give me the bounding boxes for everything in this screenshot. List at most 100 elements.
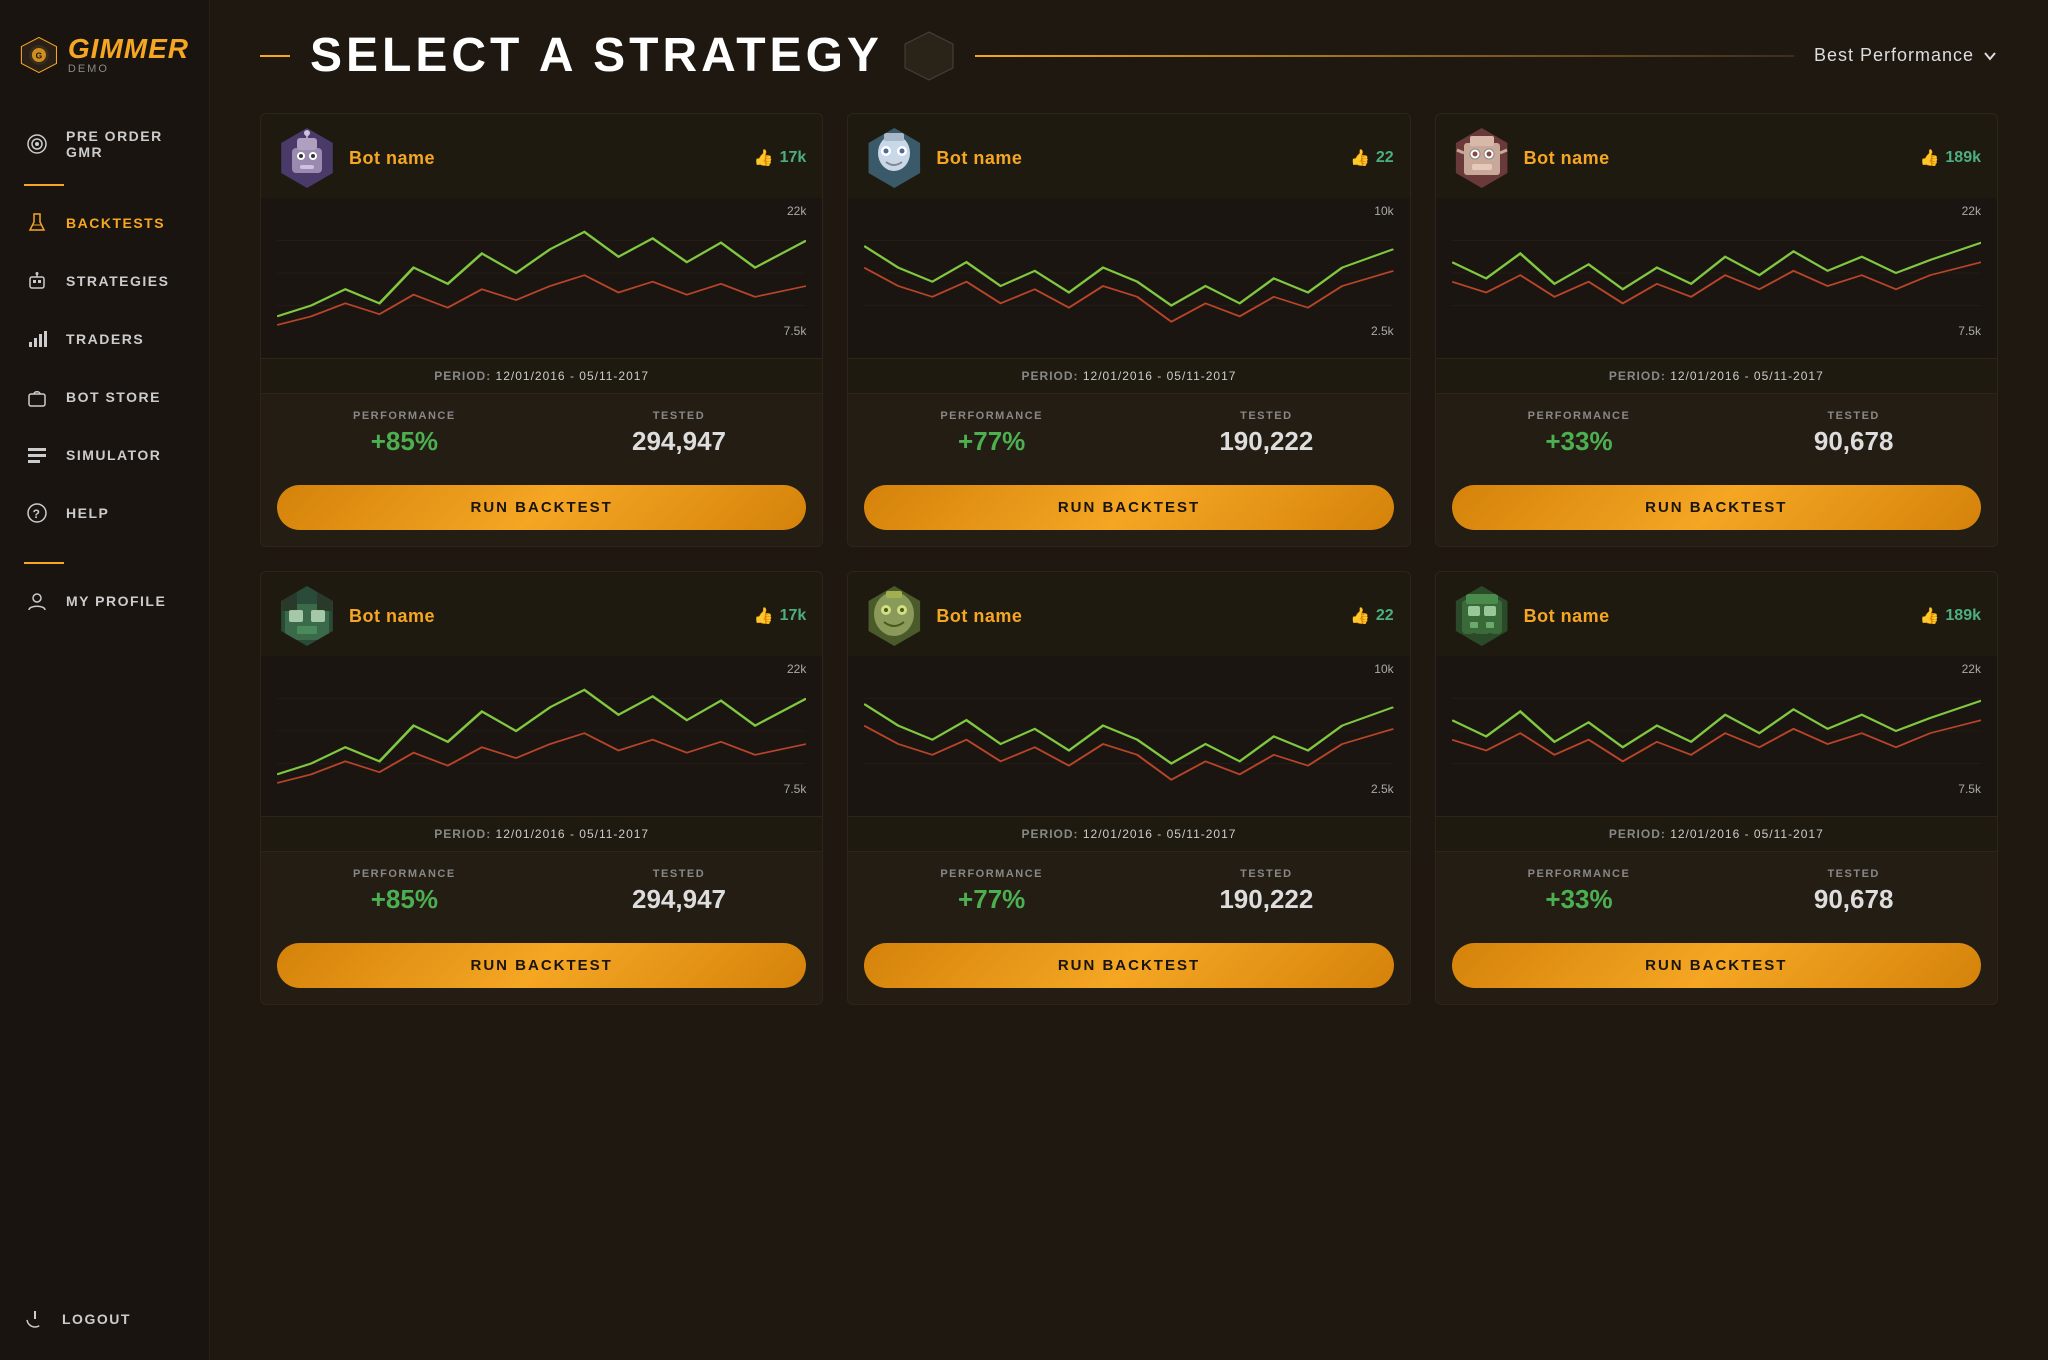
chart-min-2: 2.5k <box>1371 324 1394 338</box>
strategy-card-2: Bot name 👍 22 10k 2.5k PERIOD: 12/01/2 <box>847 113 1410 547</box>
likes-count-2: 22 <box>1376 149 1394 167</box>
card-bot-info-5: Bot name <box>864 586 1022 646</box>
bot-name-4: Bot name <box>349 606 435 627</box>
performance-label-6: PERFORMANCE <box>1452 868 1707 880</box>
run-backtest-button-3[interactable]: RUN BACKTEST <box>1452 485 1981 530</box>
chevron-down-icon <box>1982 48 1998 64</box>
period-label-2: PERIOD: <box>1022 369 1083 383</box>
card-likes-2: 👍 22 <box>1350 148 1394 168</box>
run-backtest-button-5[interactable]: RUN BACKTEST <box>864 943 1393 988</box>
card-chart-6: 22k 7.5k <box>1436 656 1997 816</box>
performance-value-5: +77% <box>864 884 1119 915</box>
tested-label-6: TESTED <box>1726 868 1981 880</box>
bag-icon <box>24 384 50 410</box>
card-bot-info-3: Bot name <box>1452 128 1610 188</box>
tested-block-5: TESTED 190,222 <box>1139 868 1394 915</box>
tested-block-6: TESTED 90,678 <box>1726 868 1981 915</box>
chart-svg-1 <box>277 208 806 338</box>
bot-avatar-6 <box>1452 586 1512 646</box>
chart-min-4: 7.5k <box>784 782 807 796</box>
sidebar-item-bot-store[interactable]: BOT STORE <box>0 368 209 426</box>
period-value-3: 12/01/2016 - 05/11-2017 <box>1670 369 1824 383</box>
likes-count-3: 189k <box>1945 149 1981 167</box>
thumbs-up-icon-3: 👍 <box>1919 148 1939 168</box>
chart-svg-6 <box>1452 666 1981 796</box>
svg-text:G: G <box>36 51 43 61</box>
bot-name-2: Bot name <box>936 148 1022 169</box>
chart-max-3: 22k <box>1962 204 1981 218</box>
logout-label: LOGOUT <box>62 1311 131 1327</box>
sidebar-item-backtests[interactable]: BACKTESTS <box>0 194 209 252</box>
chart-max-1: 22k <box>787 204 806 218</box>
sidebar-nav: PRE ORDER GMR BACKTESTS STRATEGIES TRADE… <box>0 102 209 1288</box>
sidebar-item-help[interactable]: ? HELP <box>0 484 209 542</box>
card-likes-1: 👍 17k <box>754 148 807 168</box>
performance-block-4: PERFORMANCE +85% <box>277 868 532 915</box>
card-stats-4: PERFORMANCE +85% TESTED 294,947 <box>261 852 822 931</box>
bot-avatar-3 <box>1452 128 1512 188</box>
period-label-6: PERIOD: <box>1609 827 1670 841</box>
thumbs-up-icon-2: 👍 <box>1350 148 1370 168</box>
run-backtest-button-6[interactable]: RUN BACKTEST <box>1452 943 1981 988</box>
card-likes-4: 👍 17k <box>754 606 807 626</box>
card-period-2: PERIOD: 12/01/2016 - 05/11-2017 <box>848 358 1409 394</box>
performance-label-4: PERFORMANCE <box>277 868 532 880</box>
card-period-6: PERIOD: 12/01/2016 - 05/11-2017 <box>1436 816 1997 852</box>
sidebar-item-traders[interactable]: TRADERS <box>0 310 209 368</box>
run-backtest-button-2[interactable]: RUN BACKTEST <box>864 485 1393 530</box>
filter-dropdown[interactable]: Best Performance <box>1814 45 1998 66</box>
bot-avatar-2 <box>864 128 924 188</box>
period-label-1: PERIOD: <box>434 369 495 383</box>
performance-value-3: +33% <box>1452 426 1707 457</box>
profile-icon <box>24 588 50 614</box>
target-icon <box>24 131 50 157</box>
card-chart-1: 22k 7.5k <box>261 198 822 358</box>
card-header-5: Bot name 👍 22 <box>848 572 1409 656</box>
chart-max-2: 10k <box>1374 204 1393 218</box>
card-stats-1: PERFORMANCE +85% TESTED 294,947 <box>261 394 822 473</box>
performance-value-2: +77% <box>864 426 1119 457</box>
filter-label: Best Performance <box>1814 45 1974 66</box>
run-backtest-button-4[interactable]: RUN BACKTEST <box>277 943 806 988</box>
likes-count-4: 17k <box>780 607 807 625</box>
sidebar-item-strategies[interactable]: STRATEGIES <box>0 252 209 310</box>
card-bot-info-4: Bot name <box>277 586 435 646</box>
sidebar: G GIMMER DEMO PRE ORDER GMR BACKTESTS <box>0 0 210 1360</box>
card-chart-2: 10k 2.5k <box>848 198 1409 358</box>
sidebar-item-simulator[interactable]: SIMULATOR <box>0 426 209 484</box>
sidebar-item-profile[interactable]: MY PROFILE <box>0 572 209 630</box>
help-icon: ? <box>24 500 50 526</box>
bot-avatar-4 <box>277 586 337 646</box>
run-backtest-button-1[interactable]: RUN BACKTEST <box>277 485 806 530</box>
bot-name-3: Bot name <box>1524 148 1610 169</box>
main-header: SELECT A STRATEGY Best Performance <box>210 0 2048 103</box>
card-period-4: PERIOD: 12/01/2016 - 05/11-2017 <box>261 816 822 852</box>
performance-block-1: PERFORMANCE +85% <box>277 410 532 457</box>
sidebar-item-pre-order[interactable]: PRE ORDER GMR <box>0 112 209 176</box>
performance-value-6: +33% <box>1452 884 1707 915</box>
card-chart-5: 10k 2.5k <box>848 656 1409 816</box>
chart-svg-5 <box>864 666 1393 796</box>
strategy-card-6: Bot name 👍 189k 22k 7.5k PERIOD: 12/01 <box>1435 571 1998 1005</box>
tested-value-4: 294,947 <box>552 884 807 915</box>
logo-gimmer: GIMMER <box>68 35 189 63</box>
card-header-6: Bot name 👍 189k <box>1436 572 1997 656</box>
performance-block-6: PERFORMANCE +33% <box>1452 868 1707 915</box>
period-value-2: 12/01/2016 - 05/11-2017 <box>1083 369 1237 383</box>
card-likes-3: 👍 189k <box>1919 148 1981 168</box>
performance-block-2: PERFORMANCE +77% <box>864 410 1119 457</box>
period-value-1: 12/01/2016 - 05/11-2017 <box>496 369 650 383</box>
sidebar-label-pre-order: PRE ORDER GMR <box>66 128 185 160</box>
logout-button[interactable]: LOGOUT <box>24 1308 185 1330</box>
tested-value-6: 90,678 <box>1726 884 1981 915</box>
sidebar-label-backtests: BACKTESTS <box>66 215 165 231</box>
strategy-card-1: Bot name 👍 17k 22k 7.5k PERIOD: 12/01/ <box>260 113 823 547</box>
chart-min-6: 7.5k <box>1958 782 1981 796</box>
card-stats-3: PERFORMANCE +33% TESTED 90,678 <box>1436 394 1997 473</box>
card-header-1: Bot name 👍 17k <box>261 114 822 198</box>
card-stats-5: PERFORMANCE +77% TESTED 190,222 <box>848 852 1409 931</box>
bot-avatar-1 <box>277 128 337 188</box>
chart-min-3: 7.5k <box>1958 324 1981 338</box>
bot-name-5: Bot name <box>936 606 1022 627</box>
performance-label-3: PERFORMANCE <box>1452 410 1707 422</box>
